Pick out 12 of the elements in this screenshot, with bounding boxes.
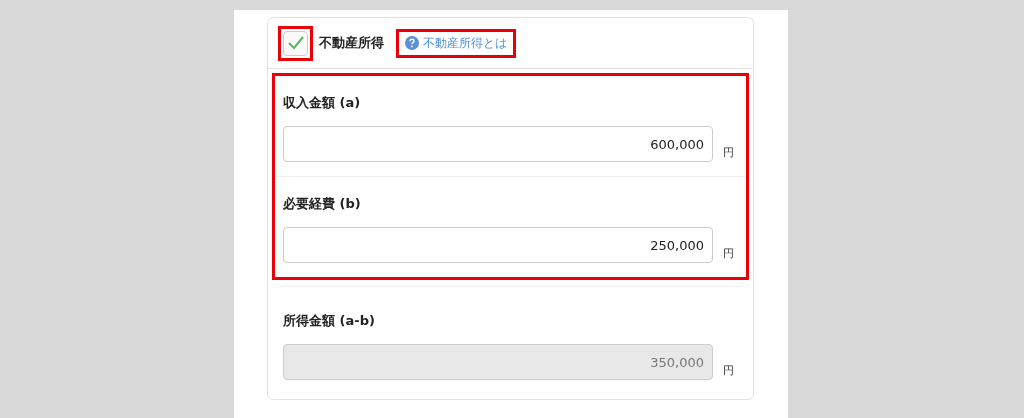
amount-field[interactable]: 600,000 bbox=[283, 126, 713, 162]
unit-label: 円 bbox=[723, 246, 734, 261]
unit-label: 円 bbox=[723, 363, 734, 378]
help-link[interactable]: 不動産所得とは bbox=[423, 34, 507, 52]
help-icon[interactable] bbox=[405, 36, 419, 50]
field-label: 必要経費 (b) bbox=[283, 195, 361, 213]
amount-field[interactable]: 250,000 bbox=[283, 227, 713, 263]
field-label: 収入金額 (a) bbox=[283, 94, 361, 112]
section-title: 不動産所得 bbox=[319, 34, 384, 52]
unit-label: 円 bbox=[723, 145, 734, 160]
check-icon bbox=[286, 35, 305, 51]
field-label: 所得金額 (a-b) bbox=[283, 312, 375, 330]
